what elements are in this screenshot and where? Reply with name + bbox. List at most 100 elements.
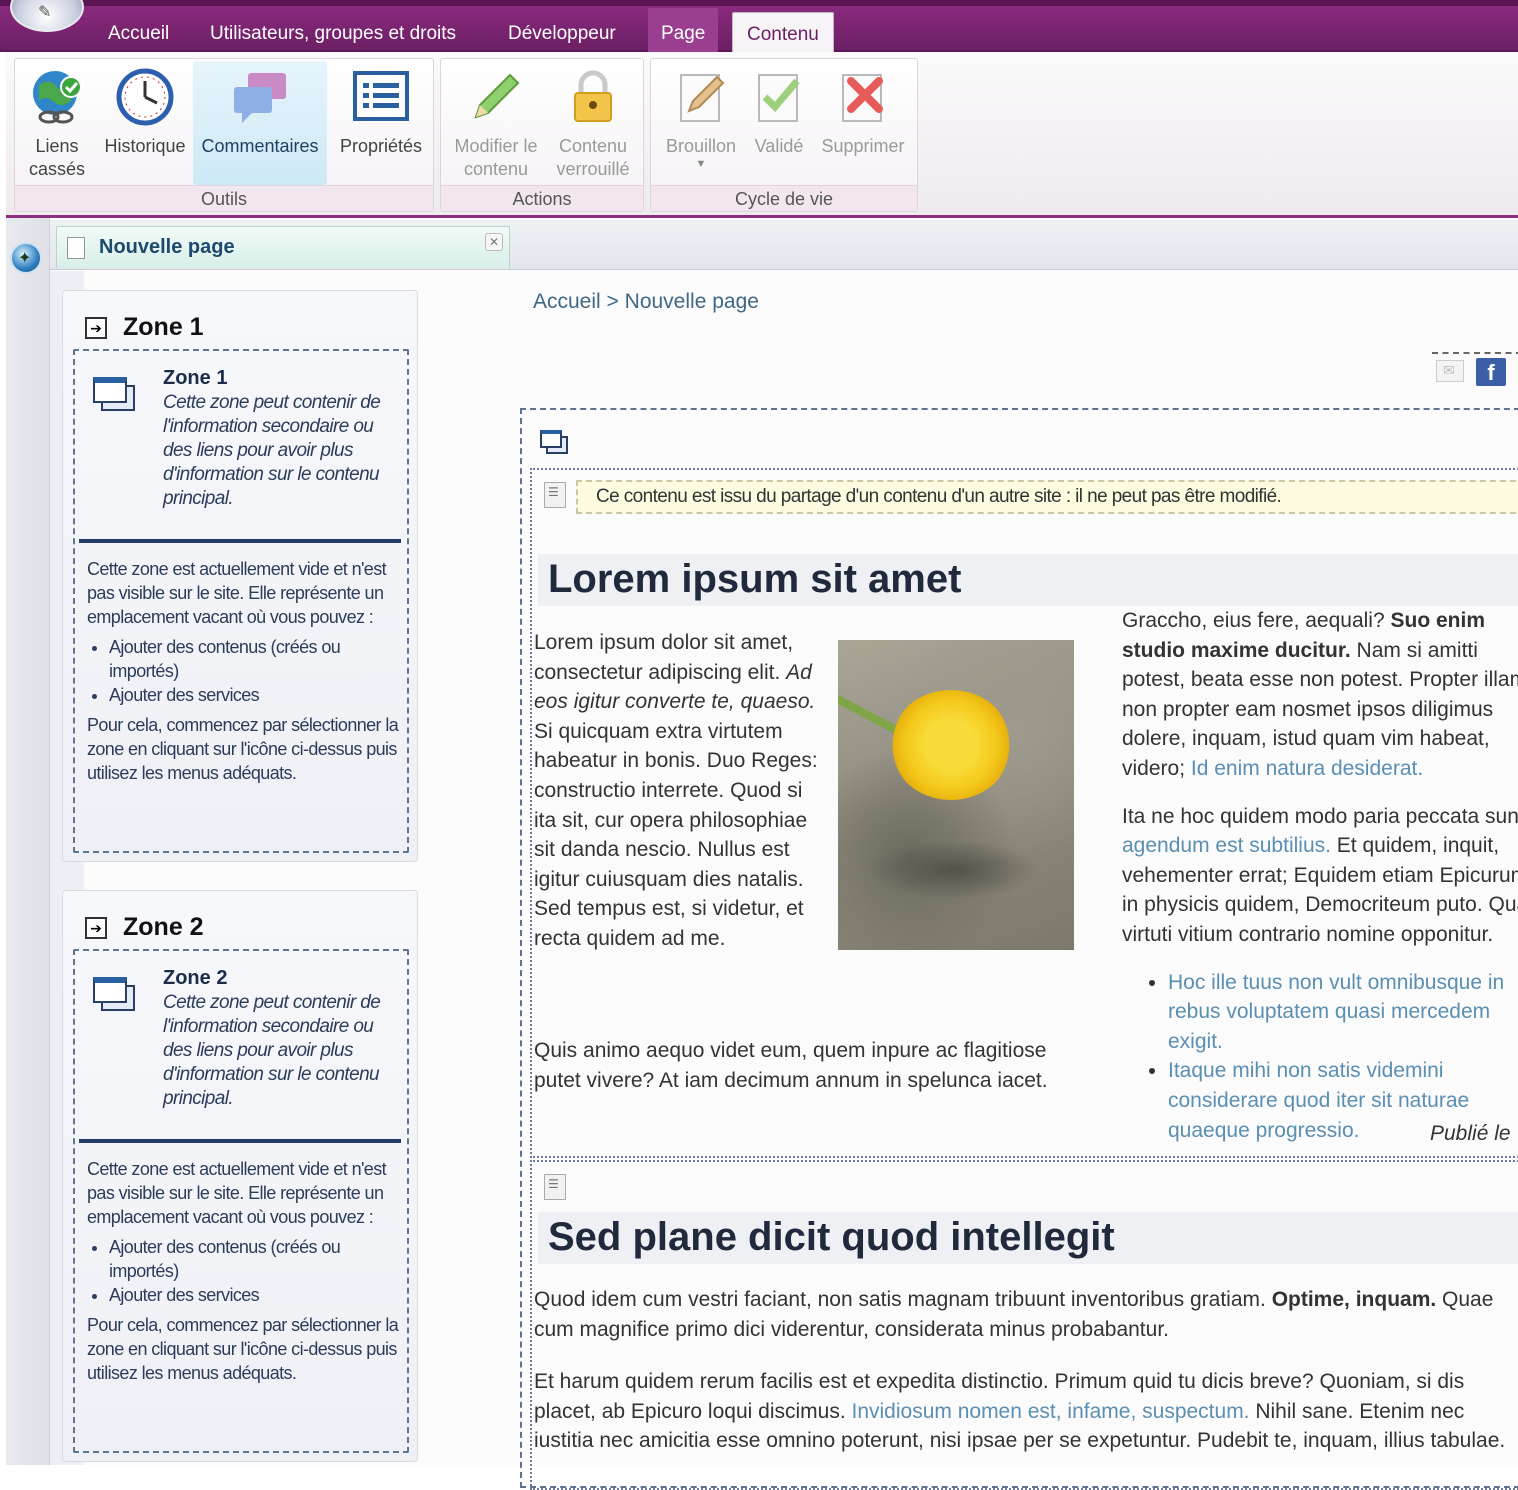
breadcrumb: Accueil > Nouvelle page (533, 290, 759, 314)
zone-dropbox[interactable]: Zone 2 Cette zone peut contenir de l'inf… (73, 949, 409, 1453)
tab-page[interactable]: Page (648, 8, 719, 52)
draft-label: Brouillon (665, 136, 737, 156)
validated-button[interactable]: Validé (747, 61, 811, 185)
ribbon-group-actions: Modifier le contenu Contenu verrouillé A… (440, 58, 644, 212)
inline-link[interactable]: Id enim natura desiderat. (1191, 757, 1423, 780)
comments-icon (234, 73, 286, 123)
properties-label: Propriétés (339, 136, 423, 156)
tab-contenu[interactable]: Contenu (732, 12, 834, 54)
share-bar: ✉ f (1432, 352, 1518, 386)
broken-links-label: Liens cassés (28, 136, 86, 179)
chevron-down-icon[interactable]: ▼ (655, 158, 747, 170)
article-title: Lorem ipsum sit amet (538, 554, 1518, 606)
zone-select-arrow-icon[interactable]: ➔ (85, 917, 107, 939)
breadcrumb-home-link[interactable]: Accueil (533, 290, 601, 313)
document-tab[interactable]: Nouvelle page ✕ (56, 226, 510, 268)
document-tab-title: Nouvelle page (99, 236, 235, 258)
note-icon[interactable]: ☰ (544, 1174, 566, 1200)
list-link[interactable]: Hoc ille tuus non vult omnibusque in reb… (1168, 971, 1504, 1053)
ribbon-group-lifecycle: Brouillon ▼ Validé Supprimer Cycle de vi… (650, 58, 918, 212)
paragraph: Et harum quidem rerum facilis est et exp… (534, 1370, 1506, 1453)
zone-select-arrow-icon[interactable]: ➔ (85, 317, 107, 339)
validated-check-icon (758, 74, 800, 122)
broken-links-button[interactable]: Liens cassés (19, 61, 95, 185)
ribbon-group-label-lifecycle: Cycle de vie (651, 185, 917, 211)
dandelion-photo (838, 640, 1074, 950)
list-item: Hoc ille tuus non vult omnibusque in reb… (1168, 968, 1518, 1057)
zone-body-intro: Cette zone est actuellement vide et n'es… (87, 1159, 387, 1227)
clock-icon (116, 68, 174, 126)
zone-panel-2: ➔ Zone 2 Zone 2 Cette zone peut contenir… (62, 890, 418, 1462)
tab-accueil[interactable]: Accueil (102, 16, 175, 52)
article1-left-column-bottom: Quis animo aequo videt eum, quem inpure … (534, 1036, 1094, 1095)
inline-link[interactable]: Invidiosum nomen est, infame, suspectum. (852, 1400, 1250, 1423)
tab-users-groups-rights[interactable]: Utilisateurs, groupes et droits (204, 16, 462, 52)
delete-button[interactable]: Supprimer (813, 61, 913, 185)
published-date-label: Publié le (1430, 1122, 1511, 1145)
article1-right-column: Graccho, eius fere, aequali? Suo enim st… (1122, 606, 1518, 1145)
paragraph: Lorem ipsum dolor sit amet, consectetur … (534, 631, 818, 950)
zone-separator (79, 539, 401, 543)
globe-icon[interactable]: ✦ (10, 242, 42, 274)
top-border (0, 0, 1518, 6)
paragraph: Quod idem cum vestri faciant, non satis … (534, 1288, 1494, 1341)
locked-content-label: Contenu verrouillé (556, 136, 630, 179)
window-icon (93, 977, 137, 1013)
page-icon (67, 237, 85, 259)
edit-content-button[interactable]: Modifier le contenu (447, 61, 545, 185)
zone-title: Zone 1 (123, 313, 204, 341)
delete-x-icon (842, 74, 883, 122)
close-icon[interactable]: ✕ (485, 233, 503, 251)
window-icon[interactable] (540, 430, 570, 456)
ribbon-group-label-outils: Outils (15, 185, 433, 211)
window-icon (93, 377, 137, 413)
zone-info-title: Zone 1 (163, 367, 228, 389)
article2-body: Quod idem cum vestri faciant, non satis … (534, 1285, 1518, 1465)
ribbon: Liens cassés Historique Commentaires Pro… (6, 52, 1518, 218)
zone-title: Zone 2 (123, 913, 204, 941)
comments-label: Commentaires (201, 136, 319, 156)
list-item: Ajouter des contenus (créés ou importés) (109, 635, 403, 683)
note-icon[interactable]: ☰ (544, 482, 566, 508)
zone-info-description: Cette zone peut contenir de l'informatio… (163, 992, 381, 1109)
zone-body-outro: Pour cela, commencez par sélectionner la… (87, 715, 399, 783)
draft-icon (680, 74, 725, 122)
zone-info: Zone 1 Cette zone peut contenir de l'inf… (81, 357, 401, 543)
document-tab-bar: Nouvelle page ✕ (50, 220, 1518, 270)
breadcrumb-current: Nouvelle page (624, 290, 759, 313)
article-title: Sed plane dicit quod intellegit (538, 1212, 1518, 1264)
top-menu-bar: ✎ Accueil Utilisateurs, groupes et droit… (0, 0, 1518, 54)
zone-body-list: Ajouter des contenus (créés ou importés)… (87, 635, 403, 707)
zone-info-title: Zone 2 (163, 967, 228, 989)
zone-dropbox[interactable]: Zone 1 Cette zone peut contenir de l'inf… (73, 349, 409, 853)
list-item: Ajouter des services (109, 1283, 403, 1307)
zone-info: Zone 2 Cette zone peut contenir de l'inf… (81, 957, 401, 1143)
zone-body-list: Ajouter des contenus (créés ou importés)… (87, 1235, 403, 1307)
ribbon-group-outils: Liens cassés Historique Commentaires Pro… (14, 58, 434, 212)
list-link[interactable]: Itaque mihi non satis videmini considera… (1168, 1059, 1469, 1141)
zone-panel-1: ➔ Zone 1 Zone 1 Cette zone peut contenir… (62, 290, 418, 862)
facebook-icon[interactable]: f (1476, 358, 1506, 386)
history-label: Historique (104, 136, 186, 156)
breadcrumb-separator: > (606, 290, 619, 313)
properties-button[interactable]: Propriétés (329, 61, 433, 185)
history-button[interactable]: Historique (97, 61, 193, 185)
inline-link[interactable]: agendum est subtilius. (1122, 834, 1331, 857)
draft-button[interactable]: Brouillon ▼ (655, 61, 747, 185)
ribbon-group-label-actions: Actions (441, 185, 643, 211)
zone-body: Cette zone est actuellement vide et n'es… (87, 557, 403, 785)
broken-links-icon (33, 71, 82, 124)
comments-button[interactable]: Commentaires (193, 61, 327, 185)
paragraph: Ita ne hoc quidem modo paria peccata sun… (1122, 804, 1518, 946)
edit-content-label: Modifier le contenu (454, 136, 538, 179)
delete-label: Supprimer (821, 136, 905, 156)
list-item: Ajouter des contenus (créés ou importés) (109, 1235, 403, 1283)
application-menu-button[interactable]: ✎ (10, 0, 84, 32)
locked-content-button[interactable]: Contenu verrouillé (545, 61, 641, 185)
zone-info-description: Cette zone peut contenir de l'informatio… (163, 392, 381, 509)
list-item: Ajouter des services (109, 683, 403, 707)
mail-icon[interactable]: ✉ (1436, 360, 1464, 382)
validated-label: Validé (754, 136, 804, 156)
zone-body-intro: Cette zone est actuellement vide et n'es… (87, 559, 387, 627)
tab-developpeur[interactable]: Développeur (502, 16, 622, 52)
